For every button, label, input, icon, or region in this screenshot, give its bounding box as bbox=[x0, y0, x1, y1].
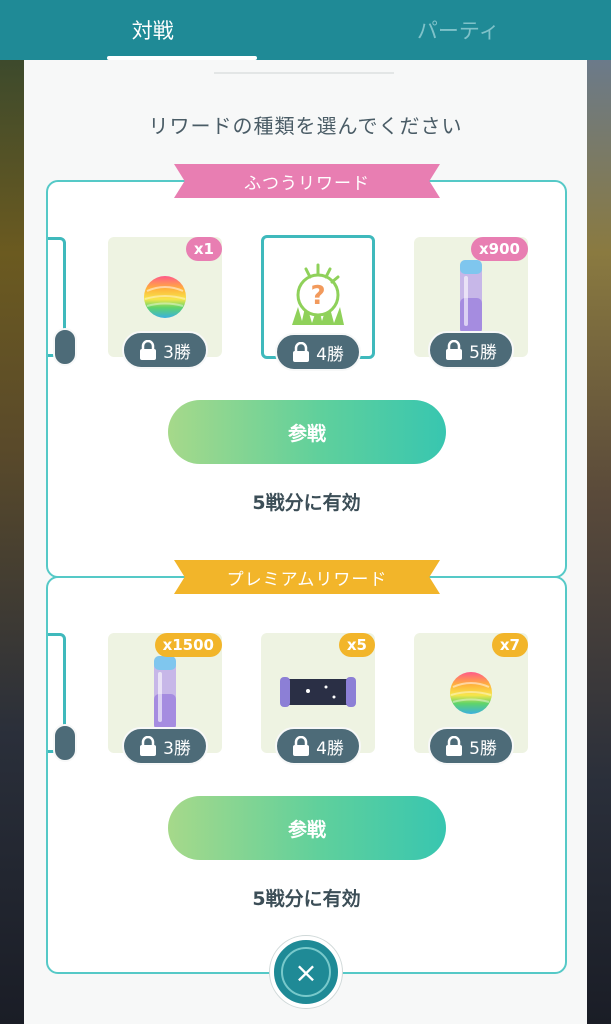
lock-icon bbox=[446, 340, 463, 360]
reward-card[interactable]: x5 4勝 bbox=[261, 633, 375, 765]
close-icon: × bbox=[281, 947, 331, 997]
wins-label: 5勝 bbox=[469, 738, 497, 759]
sheet-divider bbox=[214, 72, 394, 74]
lock-icon bbox=[293, 736, 310, 756]
count-badge: x5 bbox=[338, 633, 375, 657]
tab-bar: 対戦 パーティ bbox=[0, 0, 611, 60]
reward-card[interactable]: x7 5勝 bbox=[414, 633, 528, 765]
lock-icon bbox=[446, 736, 463, 756]
wins-label: 3勝 bbox=[163, 738, 191, 759]
count-badge: x900 bbox=[471, 237, 528, 261]
reward-card[interactable]: x1 3勝 bbox=[108, 237, 222, 369]
wins-label: 4勝 bbox=[316, 344, 344, 365]
normal-reward-cards: x1 3勝 ? 4勝 x900 5勝 bbox=[48, 235, 565, 377]
wins-label: 3勝 bbox=[163, 342, 191, 363]
wins-pill bbox=[53, 724, 77, 762]
premium-reward-ribbon: プレミアムリワード bbox=[174, 560, 440, 594]
reward-card-selected[interactable]: ? 4勝 bbox=[261, 235, 375, 371]
background-left bbox=[0, 60, 24, 1024]
premium-reward-panel[interactable]: x1500 3勝 x5 4勝 x7 5勝 参戦 5戦分に有効 bbox=[46, 576, 567, 974]
wins-pill: 3勝 bbox=[122, 727, 208, 765]
validity-text: 5戦分に有効 bbox=[252, 492, 361, 514]
wins-pill: 3勝 bbox=[122, 331, 208, 369]
wins-pill: 4勝 bbox=[275, 333, 361, 371]
wins-pill bbox=[53, 328, 77, 366]
reward-sheet: リワードの種類を選んでください x1 3勝 ? 4勝 x900 5勝 参戦 5戦… bbox=[24, 60, 587, 1024]
join-button[interactable]: 参戦 bbox=[168, 796, 446, 860]
premium-reward-cards: x1500 3勝 x5 4勝 x7 5勝 bbox=[48, 633, 565, 773]
wins-pill: 5勝 bbox=[428, 727, 514, 765]
count-badge: x1500 bbox=[154, 633, 222, 657]
reward-card-partial[interactable] bbox=[48, 633, 77, 762]
lock-icon bbox=[140, 736, 157, 756]
tab-battle[interactable]: 対戦 bbox=[0, 0, 306, 60]
page-title: リワードの種類を選んでください bbox=[148, 114, 463, 138]
reward-card[interactable]: x900 5勝 bbox=[414, 237, 528, 369]
count-badge: x7 bbox=[491, 633, 528, 657]
reward-card-partial[interactable] bbox=[48, 237, 77, 366]
normal-reward-ribbon: ふつうリワード bbox=[174, 164, 440, 198]
lock-icon bbox=[293, 342, 310, 362]
wins-label: 5勝 bbox=[469, 342, 497, 363]
svg-text:?: ? bbox=[310, 281, 325, 311]
join-button[interactable]: 参戦 bbox=[168, 400, 446, 464]
wins-label: 4勝 bbox=[316, 738, 344, 759]
close-button[interactable]: × bbox=[270, 936, 342, 1008]
reward-card[interactable]: x1500 3勝 bbox=[108, 633, 222, 765]
tab-party[interactable]: パーティ bbox=[306, 0, 611, 60]
wins-pill: 4勝 bbox=[275, 727, 361, 765]
background-right bbox=[587, 60, 611, 1024]
lock-icon bbox=[140, 340, 157, 360]
wins-pill: 5勝 bbox=[428, 331, 514, 369]
normal-reward-panel[interactable]: x1 3勝 ? 4勝 x900 5勝 参戦 5戦分に有効 bbox=[46, 180, 567, 578]
validity-text: 5戦分に有効 bbox=[252, 888, 361, 910]
count-badge: x1 bbox=[185, 237, 222, 261]
